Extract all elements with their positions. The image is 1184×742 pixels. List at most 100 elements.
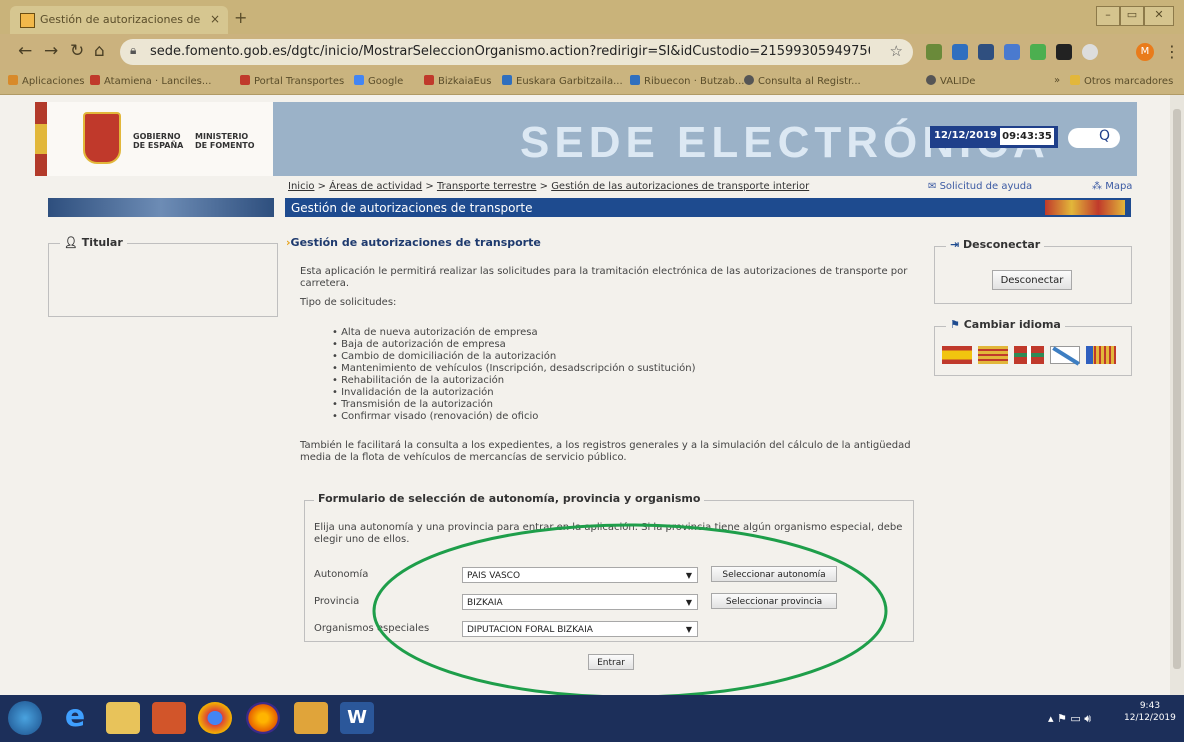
bookmark-item[interactable]: Portal Transportes [240, 75, 344, 87]
google-icon [354, 75, 364, 85]
bookmark-item[interactable]: Ribuecon · Butzab... [630, 75, 744, 87]
word-icon[interactable]: W [340, 702, 374, 734]
reload-icon[interactable]: ↻ [70, 41, 84, 61]
language-legend: ⚑ Cambiar idioma [946, 318, 1065, 331]
intro-text: Esta aplicación le permitirá realizar la… [300, 266, 908, 289]
spain-flag-strip [35, 102, 47, 176]
request-types-list: Alta de nueva autorización de empresa Ba… [318, 327, 696, 423]
chrome-icon[interactable] [198, 702, 232, 734]
extension-icon[interactable] [1004, 44, 1020, 60]
extension-icon[interactable] [978, 44, 994, 60]
start-button[interactable] [8, 701, 42, 735]
spanish-flag-icon[interactable] [942, 346, 972, 364]
list-item: Rehabilitación de la autorización [332, 375, 696, 387]
left-banner [48, 198, 274, 217]
tray-icons[interactable]: ▴ ⚑ ▭ 🔊︎ [1048, 712, 1091, 726]
extension-icon[interactable] [1082, 44, 1098, 60]
bookmark-star-icon[interactable]: ☆ [890, 42, 903, 60]
provincia-label: Provincia [314, 596, 360, 607]
profile-avatar[interactable]: M [1136, 43, 1154, 61]
outlook-icon[interactable] [152, 702, 186, 734]
address-bar[interactable]: 🔒︎ sede.fomento.gob.es/dgtc/inicio/Mostr… [120, 39, 913, 65]
bookmark-item[interactable]: VALIDe [926, 75, 975, 87]
globe-icon [926, 75, 936, 85]
date-text: 12/12/2019 [934, 130, 997, 141]
form-legend: Formulario de selección de autonomía, pr… [314, 492, 705, 505]
bookmark-icon [630, 75, 640, 85]
ministerio-text: MINISTERIO DE FOMENTO [195, 132, 255, 150]
flag-icon: ⚑ [950, 318, 964, 331]
home-icon[interactable]: ⌂ [94, 41, 105, 61]
close-tab-icon[interactable]: × [210, 12, 220, 26]
extension-icon[interactable] [926, 44, 942, 60]
taskbar-clock[interactable]: 9:43 12/12/2019 [1124, 700, 1176, 724]
user-icon: 👤︎ [64, 236, 82, 249]
firefox-icon[interactable] [246, 702, 280, 734]
globe-icon [744, 75, 754, 85]
bookmark-item[interactable]: Euskara Garbitzaila... [502, 75, 623, 87]
autonomia-label: Autonomía [314, 569, 369, 580]
date-time-display: 12/12/2019 09:43:35 [930, 126, 1058, 148]
sitemap-link[interactable]: ⁂ Mapa [1092, 181, 1132, 192]
more-bookmarks-icon[interactable]: » [1054, 75, 1060, 86]
titular-panel [48, 243, 278, 317]
disconnect-legend: ⇥ Desconectar [946, 238, 1045, 251]
bookmark-item[interactable]: Aplicaciones [8, 75, 84, 87]
internet-explorer-icon[interactable]: e [58, 702, 92, 734]
list-item: Baja de autorización de empresa [332, 339, 696, 351]
site-search-button[interactable]: Q [1068, 128, 1120, 148]
bookmark-item[interactable]: Atamiena · Lanciles... [90, 75, 211, 87]
browser-tab[interactable]: Gestión de autorizaciones de tra × [10, 6, 228, 34]
galician-flag-icon[interactable] [1050, 346, 1080, 366]
titular-legend: 👤︎ Titular [60, 236, 127, 249]
breadcrumb: Inicio > Áreas de actividad > Transporte… [288, 181, 810, 192]
mail-icon: ✉ [928, 181, 940, 192]
maximize-window-icon[interactable]: ▭ [1120, 6, 1144, 26]
breadcrumb-inicio[interactable]: Inicio [288, 181, 314, 192]
page-scrollbar[interactable] [1170, 95, 1184, 695]
valencian-flag-icon[interactable] [1086, 346, 1116, 364]
list-item: Confirmar visado (renovación) de oficio [332, 411, 696, 423]
file-explorer-icon[interactable] [106, 702, 140, 734]
help-request-link[interactable]: ✉ Solicitud de ayuda [928, 181, 1032, 192]
breadcrumb-areas[interactable]: Áreas de actividad [329, 181, 422, 192]
bookmark-item[interactable]: BizkaiaEus [424, 75, 491, 87]
apps-icon [8, 75, 18, 85]
disconnect-button[interactable]: Desconectar [992, 270, 1072, 290]
app-icon[interactable] [294, 702, 328, 734]
tipo-label: Tipo de solicitudes: [300, 297, 397, 308]
minimize-window-icon[interactable]: – [1096, 6, 1120, 26]
bookmark-item[interactable]: Consulta al Registr... [744, 75, 861, 87]
extension-icon[interactable] [952, 44, 968, 60]
regional-flags-decoration [1045, 200, 1125, 215]
list-item: Invalidación de la autorización [332, 387, 696, 399]
bookmark-icon [424, 75, 434, 85]
list-item: Cambio de domiciliación de la autorizaci… [332, 351, 696, 363]
list-item: Alta de nueva autorización de empresa [332, 327, 696, 339]
browser-menu-icon[interactable]: ⋮ [1164, 42, 1180, 61]
new-tab-button[interactable]: + [234, 8, 247, 27]
scrollbar-thumb[interactable] [1173, 109, 1181, 669]
breadcrumb-transporte[interactable]: Transporte terrestre [437, 181, 536, 192]
extra-text: También le facilitará la consulta a los … [300, 440, 911, 463]
extension-icon[interactable] [1030, 44, 1046, 60]
government-logo[interactable]: GOBIERNO DE ESPAÑA MINISTERIO DE FOMENTO [35, 102, 273, 176]
extension-icon[interactable] [1056, 44, 1072, 60]
folder-icon [1070, 75, 1080, 85]
other-bookmarks[interactable]: Otros marcadores [1070, 75, 1173, 87]
forward-icon[interactable]: → [44, 41, 58, 61]
bookmark-item[interactable]: Google [354, 75, 403, 87]
close-window-icon[interactable]: ✕ [1144, 6, 1174, 26]
bookmark-icon [502, 75, 512, 85]
highlight-ellipse-stroke [372, 523, 888, 699]
basque-flag-icon[interactable] [1014, 346, 1044, 364]
section-title: Gestión de autorizaciones de transporte [291, 201, 533, 215]
tab-title: Gestión de autorizaciones de tra [40, 13, 200, 26]
back-icon[interactable]: ← [18, 41, 32, 61]
bookmark-icon [90, 75, 100, 85]
lock-icon: 🔒︎ [130, 43, 137, 57]
section-title-bar: Gestión de autorizaciones de transporte [285, 198, 1131, 217]
search-icon: Q [1098, 128, 1110, 144]
catalan-flag-icon[interactable] [978, 346, 1008, 364]
breadcrumb-gestion[interactable]: Gestión de las autorizaciones de transpo… [551, 181, 809, 192]
